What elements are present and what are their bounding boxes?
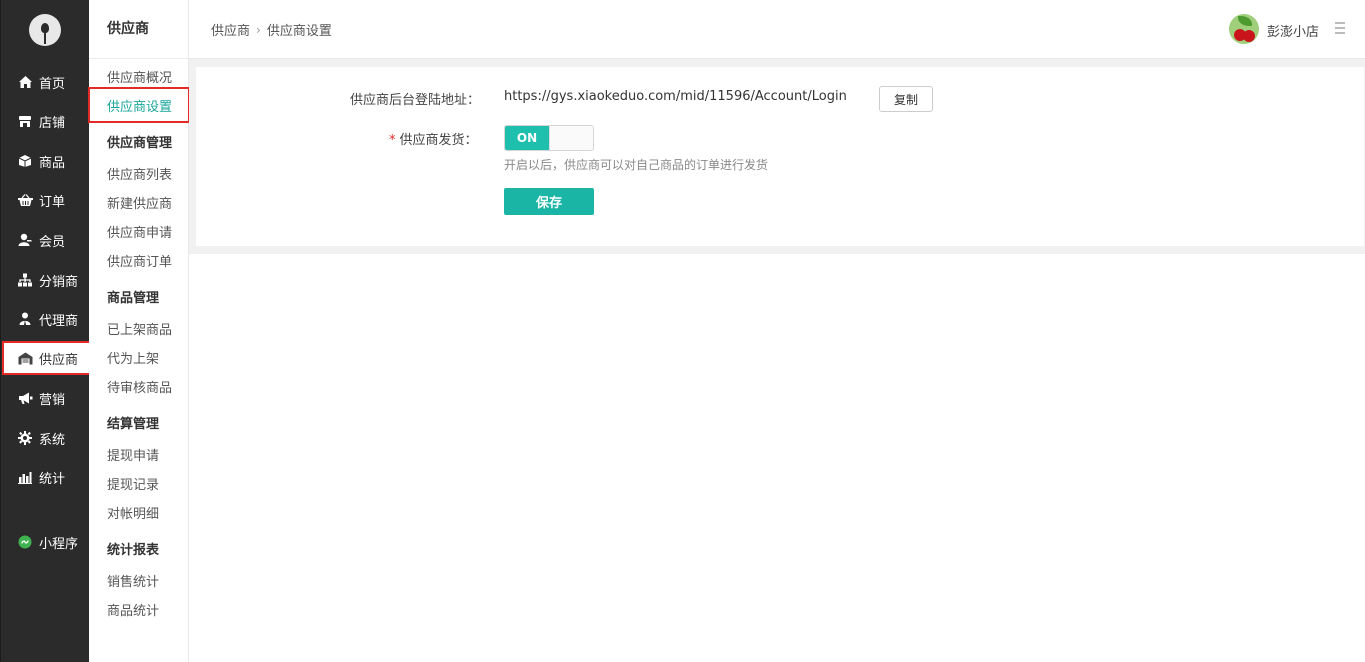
agent-icon	[17, 311, 33, 327]
subnav-group-settlement: 结算管理	[107, 417, 160, 432]
required-mark: *	[389, 133, 396, 148]
nav-label: 小程序	[39, 536, 79, 552]
subnav-group-goods: 商品管理	[107, 291, 160, 306]
nav-label: 订单	[39, 194, 66, 210]
breadcrumb-current: 供应商设置	[266, 24, 332, 39]
copy-button[interactable]: 复制	[879, 86, 933, 112]
subnav-item-overview[interactable]: 供应商概况	[107, 67, 172, 86]
hamburger-menu-icon[interactable]	[1335, 22, 1345, 34]
subnav-item-supplier-orders[interactable]: 供应商订单	[107, 251, 172, 270]
supplier-ship-hint: 开启以后，供应商可以对自己商品的订单进行发货	[504, 158, 769, 172]
content-area: 供应商后台登陆地址： https://gys.xiaokeduo.com/mid…	[189, 59, 1365, 254]
subnav-title: 供应商	[89, 0, 188, 59]
nav-label: 首页	[39, 76, 66, 92]
nav-label: 会员	[39, 234, 66, 250]
nav-item-distributors[interactable]: 分销商	[1, 265, 90, 295]
top-bar: 供应商 › 供应商设置 彭澎小店	[189, 0, 1365, 59]
subnav-item-goods-proxy[interactable]: 代为上架	[107, 348, 159, 367]
nav-item-goods[interactable]: 商品	[1, 146, 90, 176]
box-icon	[17, 153, 33, 169]
nav-label: 营销	[39, 392, 66, 408]
supplier-ship-label: * 供应商发货：	[389, 129, 478, 148]
miniprogram-icon	[17, 534, 33, 550]
breadcrumb-root[interactable]: 供应商	[211, 20, 250, 39]
login-url-value: https://gys.xiaokeduo.com/mid/11596/Acco…	[504, 89, 847, 104]
breadcrumb: 供应商 › 供应商设置	[211, 20, 332, 40]
nav-label: 店铺	[39, 115, 66, 131]
toggle-knob	[549, 126, 593, 150]
megaphone-icon	[17, 390, 33, 406]
subnav-group-supplier: 供应商管理	[107, 136, 173, 151]
save-button[interactable]: 保存	[504, 188, 594, 215]
subnav-item-goods-pending[interactable]: 待审核商品	[107, 377, 172, 396]
supplier-ship-toggle[interactable]: ON	[504, 125, 594, 151]
subnav-item-withdraw-apply[interactable]: 提现申请	[107, 445, 159, 464]
warehouse-icon	[17, 350, 33, 366]
nav-label: 代理商	[39, 313, 79, 329]
nav-item-agents[interactable]: 代理商	[1, 304, 90, 334]
nav-item-store[interactable]: 店铺	[1, 106, 90, 136]
nav-label: 系统	[39, 432, 66, 448]
nav-item-orders[interactable]: 订单	[1, 185, 90, 215]
subnav-item-supplier-apply[interactable]: 供应商申请	[107, 222, 172, 241]
nav-label: 供应商	[39, 352, 79, 368]
nav-item-members[interactable]: 会员	[1, 225, 90, 255]
toggle-on-label: ON	[505, 126, 549, 150]
settings-panel: 供应商后台登陆地址： https://gys.xiaokeduo.com/mid…	[196, 67, 1364, 246]
subnav-item-goods-stats[interactable]: 商品统计	[107, 600, 159, 619]
subnav-item-new-supplier[interactable]: 新建供应商	[107, 193, 172, 212]
logo[interactable]	[29, 14, 61, 46]
home-icon	[17, 74, 33, 90]
login-url-label: 供应商后台登陆地址：	[350, 93, 481, 108]
gear-icon	[17, 430, 33, 446]
shop-name[interactable]: 彭澎小店	[1267, 21, 1319, 40]
main-nav: 首页 店铺 商品 订单 会员 分销商 代理商 供应商 营销 系统 统计 小程序	[0, 0, 91, 662]
bar-chart-icon	[17, 469, 33, 485]
nav-item-marketing[interactable]: 营销	[1, 383, 90, 413]
basket-icon	[17, 192, 33, 208]
breadcrumb-separator: ›	[256, 22, 261, 37]
subnav-item-withdraw-records[interactable]: 提现记录	[107, 474, 159, 493]
subnav-item-statement[interactable]: 对帐明细	[107, 503, 159, 522]
nav-item-home[interactable]: 首页	[1, 67, 90, 97]
nav-label: 商品	[39, 155, 66, 171]
store-icon	[17, 113, 33, 129]
nav-label: 分销商	[39, 274, 79, 290]
member-icon	[17, 232, 33, 248]
subnav-item-supplier-list[interactable]: 供应商列表	[107, 164, 172, 183]
nav-item-stats[interactable]: 统计	[1, 462, 90, 492]
supplier-ship-label-text: 供应商发货：	[399, 133, 478, 148]
subnav-item-goods-listed[interactable]: 已上架商品	[107, 319, 172, 338]
active-highlight-box	[88, 87, 190, 123]
nav-label: 统计	[39, 471, 66, 487]
sitemap-icon	[17, 272, 33, 288]
subnav-group-report: 统计报表	[107, 543, 160, 558]
nav-item-miniprogram[interactable]: 小程序	[1, 527, 90, 557]
subnav-item-sales-stats[interactable]: 销售统计	[107, 571, 159, 590]
avatar[interactable]	[1229, 14, 1259, 44]
nav-item-suppliers[interactable]: 供应商	[2, 341, 91, 375]
nav-item-system[interactable]: 系统	[1, 423, 90, 453]
